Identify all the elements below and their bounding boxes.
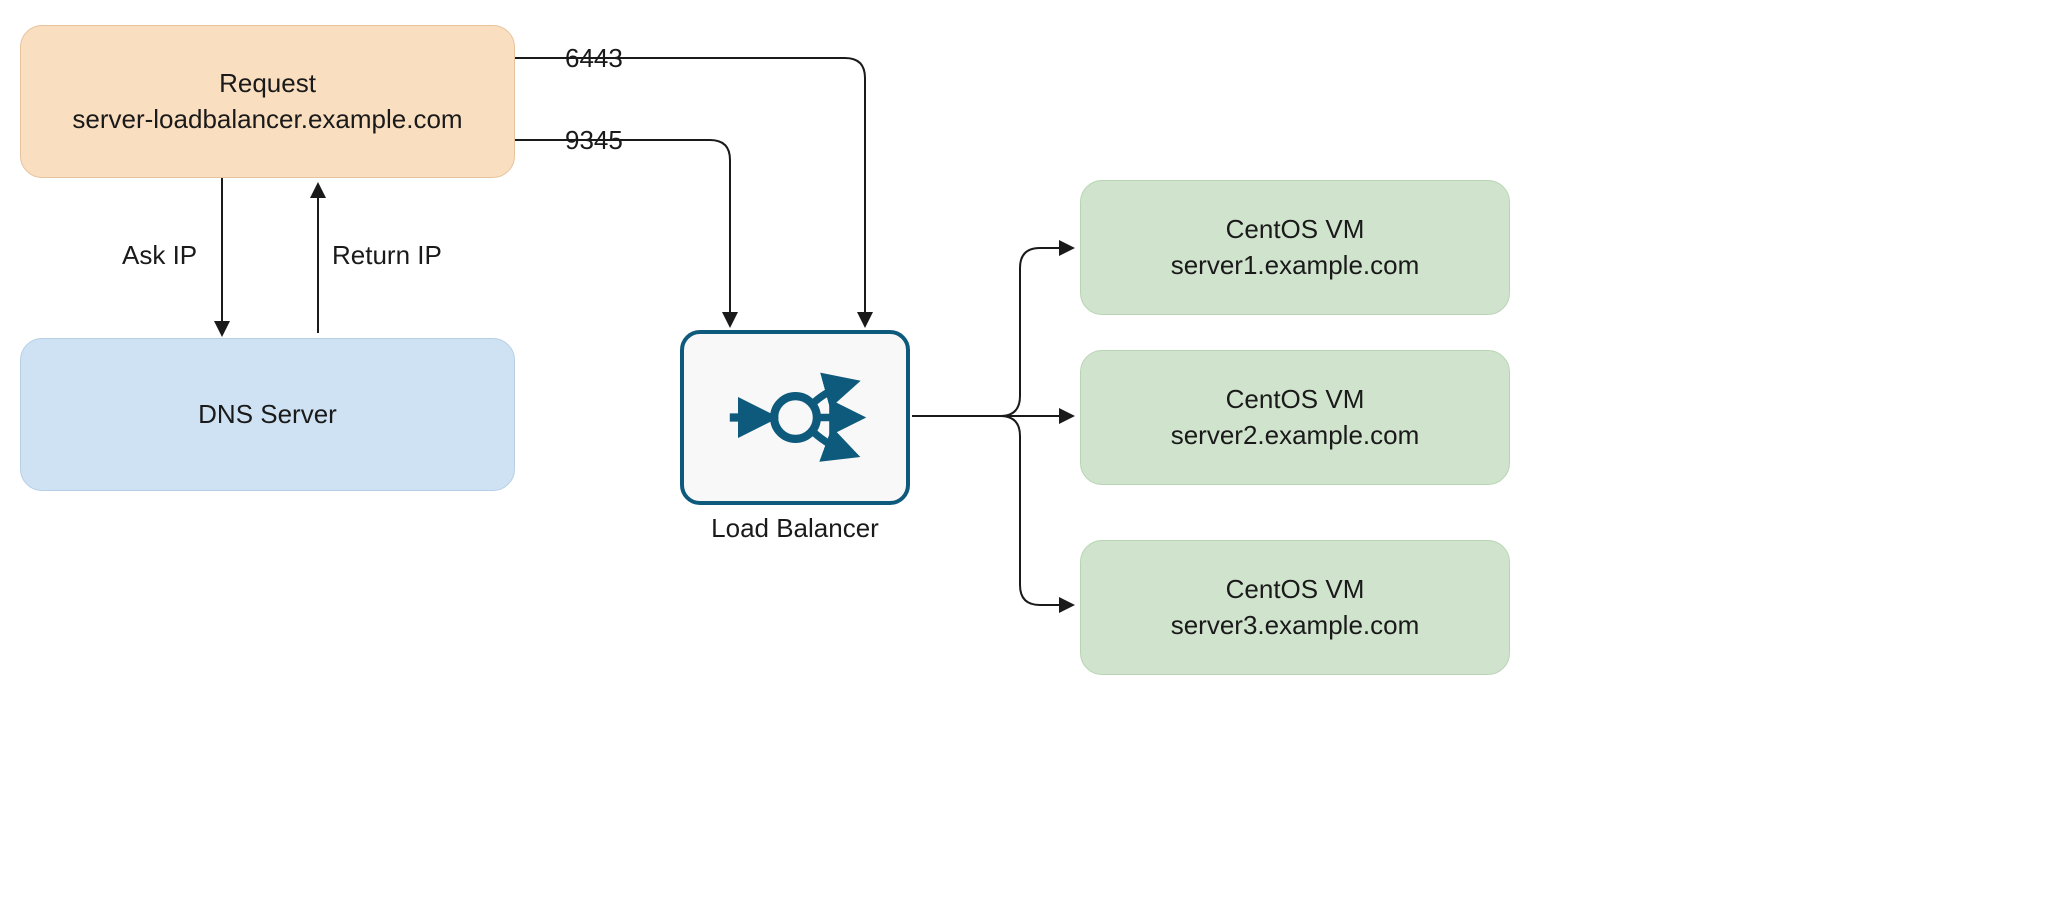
edge-port-6443 — [515, 58, 865, 324]
vm-3-hostname: server3.example.com — [1171, 608, 1420, 643]
dns-server-label: DNS Server — [198, 397, 337, 432]
load-balancer-box — [680, 330, 910, 505]
request-box: Request server-loadbalancer.example.com — [20, 25, 515, 178]
request-hostname: server-loadbalancer.example.com — [72, 102, 462, 137]
edge-lb-to-vm3 — [912, 416, 1071, 605]
edge-label-ask-ip: Ask IP — [122, 240, 197, 271]
vm-2-hostname: server2.example.com — [1171, 418, 1420, 453]
diagram-canvas: Request server-loadbalancer.example.com … — [0, 0, 2048, 905]
edge-label-port-9345: 9345 — [565, 125, 623, 156]
vm-1-hostname: server1.example.com — [1171, 248, 1420, 283]
vm-box-3: CentOS VM server3.example.com — [1080, 540, 1510, 675]
request-title: Request — [219, 66, 316, 101]
load-balancer-label: Load Balancer — [700, 513, 890, 544]
vm-3-title: CentOS VM — [1226, 572, 1365, 607]
vm-box-1: CentOS VM server1.example.com — [1080, 180, 1510, 315]
edge-port-9345 — [515, 140, 730, 324]
load-balancer-icon — [713, 360, 878, 475]
vm-1-title: CentOS VM — [1226, 212, 1365, 247]
dns-server-box: DNS Server — [20, 338, 515, 491]
edge-lb-to-vm1 — [912, 248, 1071, 416]
vm-2-title: CentOS VM — [1226, 382, 1365, 417]
edge-label-port-6443: 6443 — [565, 43, 623, 74]
edge-label-return-ip: Return IP — [332, 240, 442, 271]
vm-box-2: CentOS VM server2.example.com — [1080, 350, 1510, 485]
